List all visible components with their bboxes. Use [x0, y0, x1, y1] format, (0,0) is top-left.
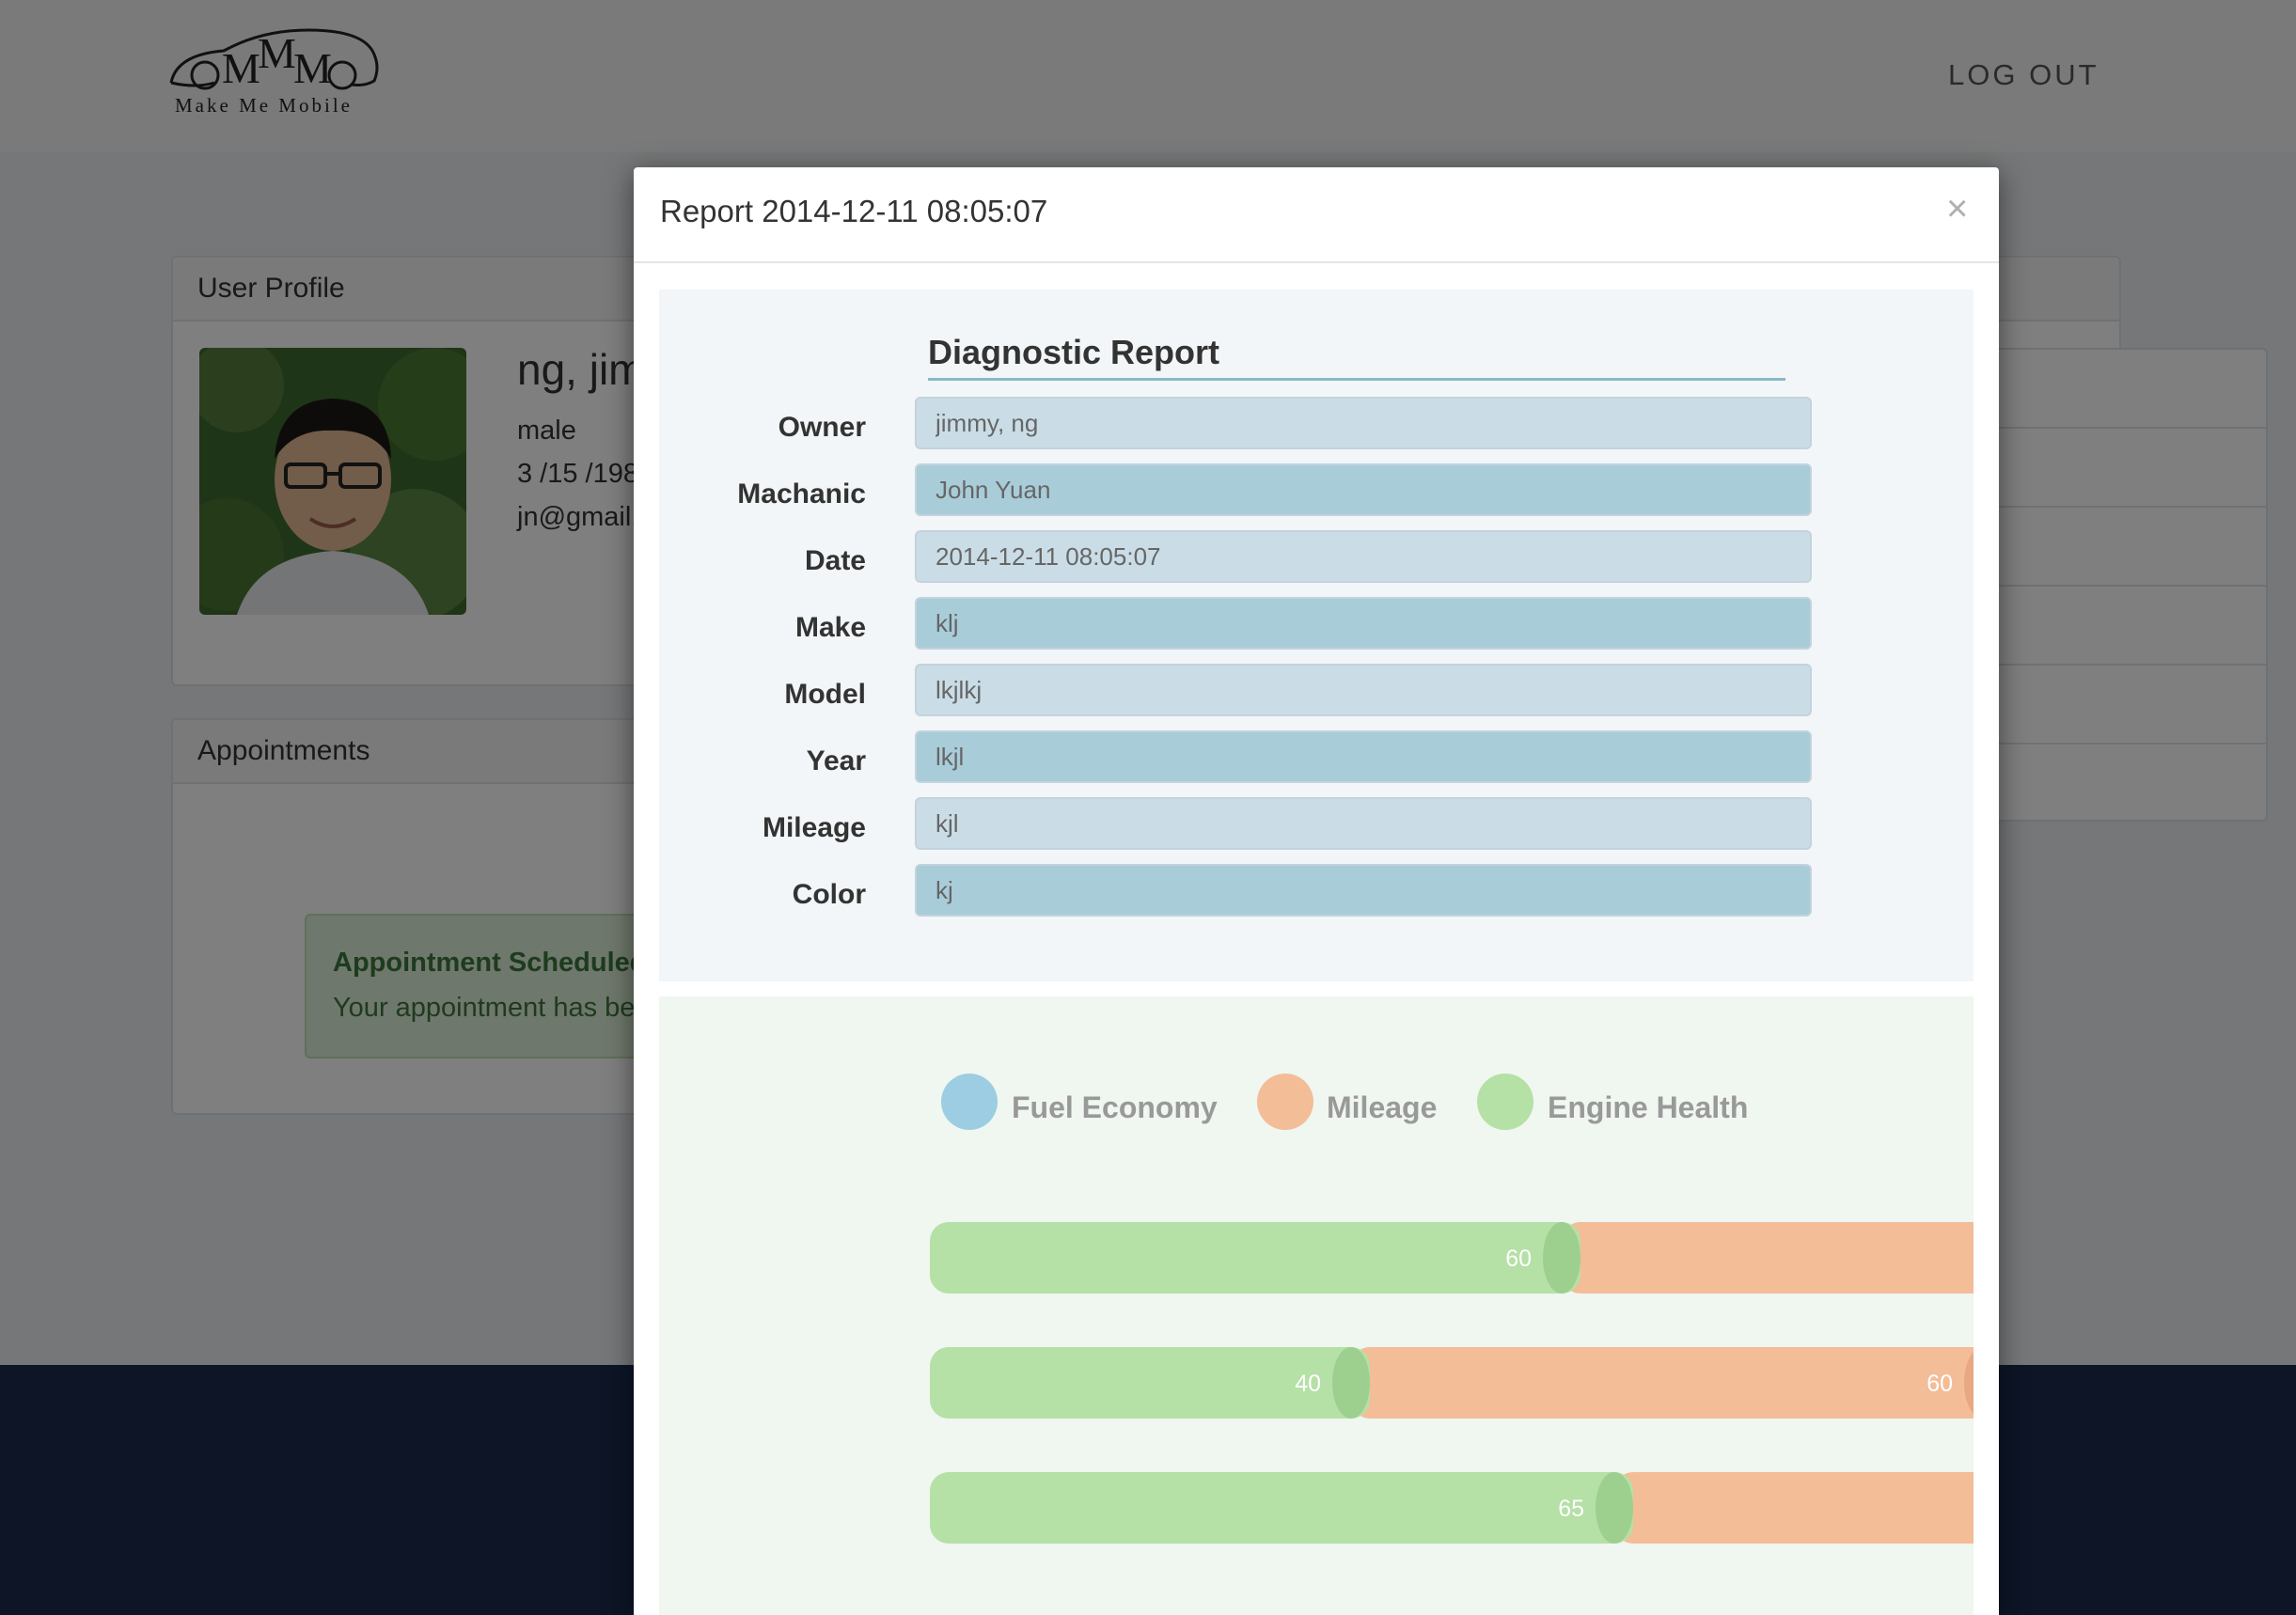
- date-field[interactable]: [915, 530, 1812, 583]
- mileage-label: Mileage: [762, 812, 866, 843]
- bar-cap-engine-health-1: [1332, 1347, 1370, 1419]
- report-modal: Report 2014-12-11 08:05:07 × Diagnostic …: [634, 167, 1999, 1615]
- make-label: Make: [794, 612, 866, 643]
- owner-field[interactable]: [915, 397, 1812, 449]
- mileage-field[interactable]: [915, 797, 1812, 850]
- data-label-engine-health-2: 65: [1558, 1496, 1584, 1522]
- diagnostic-chart: Fuel Economy Mileage Engine Health 65801…: [659, 996, 1974, 1615]
- close-icon[interactable]: ×: [1946, 188, 1968, 230]
- model-field[interactable]: [915, 664, 1812, 716]
- bar-cap-engine-health-2: [1596, 1472, 1633, 1544]
- bar-mileage-0[interactable]: [1562, 1222, 1974, 1294]
- year-field[interactable]: [915, 730, 1812, 783]
- diagnostic-report: Diagnostic Report Owner Machanic Date Ma…: [659, 290, 1974, 981]
- bar-engine-health-0[interactable]: [930, 1222, 1580, 1294]
- color-field[interactable]: [915, 864, 1812, 917]
- bar-cap-engine-health-0: [1543, 1222, 1580, 1294]
- modal-divider: [634, 261, 1999, 263]
- data-label-mileage-1: 60: [1926, 1371, 1953, 1397]
- date-label: Date: [804, 545, 866, 576]
- data-label-engine-health-1: 40: [1295, 1371, 1321, 1397]
- bar-mileage-1[interactable]: [1351, 1347, 1974, 1419]
- bar-mileage-2[interactable]: [1614, 1472, 1974, 1544]
- bar-engine-health-2[interactable]: [930, 1472, 1633, 1544]
- year-label: Year: [806, 745, 866, 776]
- data-label-engine-health-0: 60: [1505, 1246, 1532, 1272]
- mechanic-label: Machanic: [737, 478, 866, 510]
- modal-title: Report 2014-12-11 08:05:07: [660, 194, 1048, 228]
- report-heading-underline: [928, 378, 1785, 381]
- stacked-bar-chart: 6580100406075607580: [930, 1222, 1974, 1544]
- make-field[interactable]: [915, 597, 1812, 650]
- model-label: Model: [784, 679, 866, 710]
- mechanic-field[interactable]: [915, 463, 1812, 516]
- color-label: Color: [792, 879, 866, 910]
- owner-label: Owner: [778, 412, 866, 443]
- report-heading: Diagnostic Report: [928, 333, 1220, 371]
